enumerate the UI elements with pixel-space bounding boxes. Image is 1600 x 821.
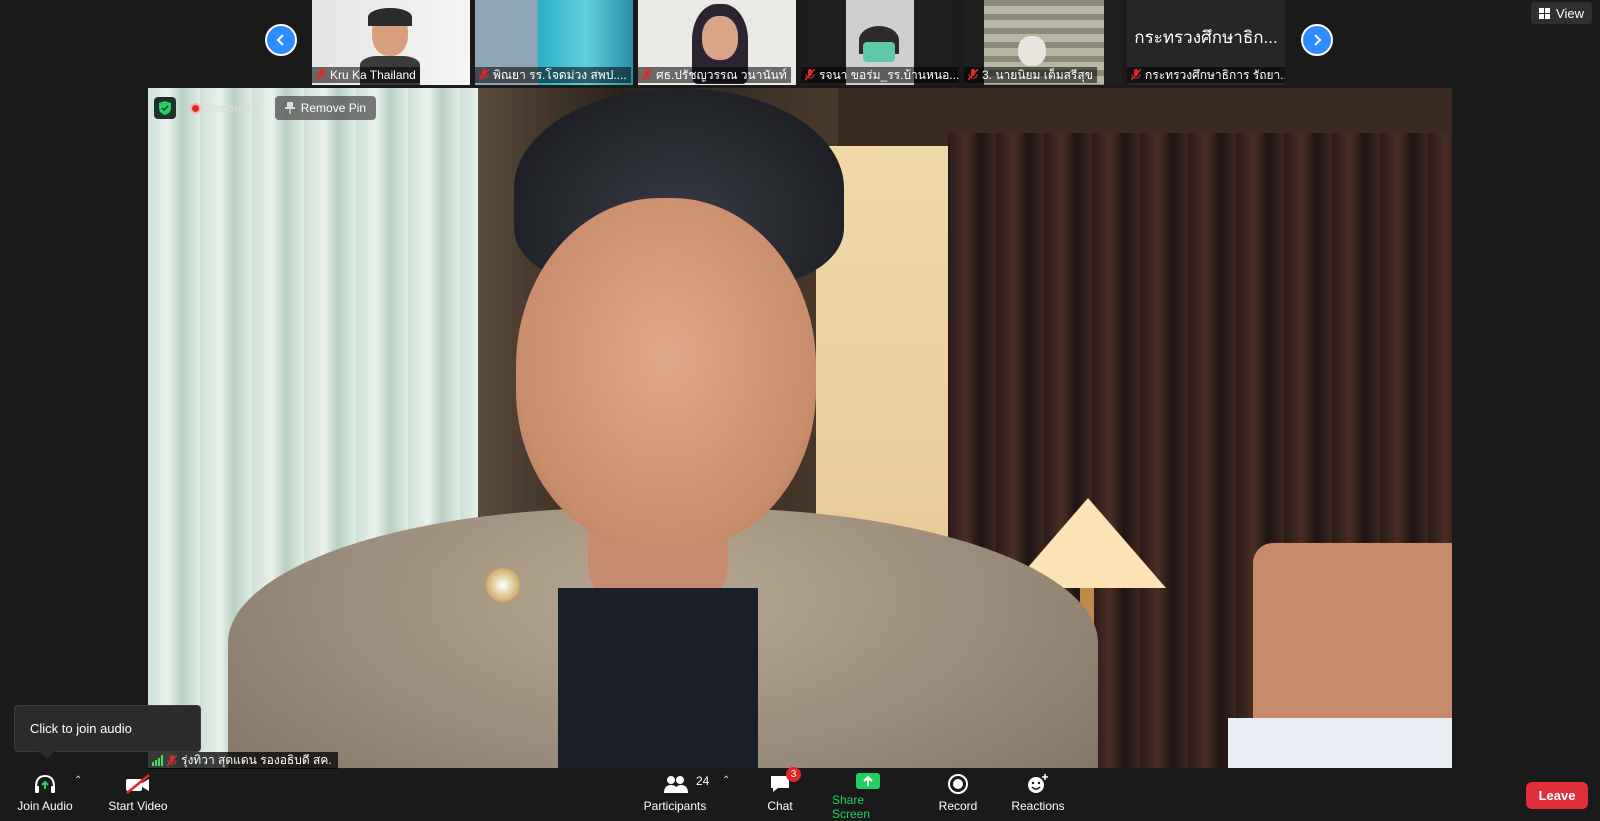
active-speaker-video bbox=[148, 88, 1452, 768]
chat-icon: 3 bbox=[769, 767, 801, 797]
reactions-button[interactable]: Reactions bbox=[1010, 771, 1066, 819]
muted-mic-icon bbox=[479, 69, 489, 81]
view-button[interactable]: View bbox=[1531, 2, 1592, 24]
speaker-name-label: รุ่งทิวา สุดแดน รองอธิบดี สค. bbox=[148, 752, 338, 769]
participants-count: 24 bbox=[696, 774, 710, 788]
join-audio-tooltip[interactable]: Click to join audio bbox=[14, 705, 201, 759]
record-icon bbox=[947, 771, 969, 797]
record-dot-icon bbox=[190, 102, 201, 114]
record-button[interactable]: Record bbox=[938, 771, 978, 819]
participant-name-label: พิณยา รร.โจดม่วง สพป.... bbox=[475, 67, 631, 83]
previous-page-button[interactable] bbox=[265, 24, 297, 56]
chat-unread-badge: 3 bbox=[786, 767, 801, 782]
participant-name-label: 3. นายนิยม เต็มสรีสุข bbox=[964, 67, 1097, 83]
encryption-shield-icon[interactable] bbox=[154, 97, 176, 119]
next-page-button[interactable] bbox=[1301, 24, 1333, 56]
video-overlay-controls: Recording Remove Pin bbox=[154, 96, 377, 120]
participant-name-label: กระทรวงศึกษาธิการ รัถยา... bbox=[1127, 67, 1285, 83]
leave-button[interactable]: Leave bbox=[1526, 782, 1588, 809]
muted-mic-icon bbox=[968, 69, 978, 81]
participant-tile[interactable]: กระทรวงศึกษาธิก... กระทรวงศึกษาธิการ รัถ… bbox=[1127, 0, 1285, 85]
participant-name-label: Kru Ka Thailand bbox=[312, 67, 420, 83]
muted-mic-icon bbox=[167, 754, 177, 767]
headphones-icon bbox=[33, 771, 57, 797]
muted-mic-icon bbox=[316, 69, 326, 81]
thumbnail-strip: Kru Ka Thailand พิณยา รร.โจดม่วง สพป....… bbox=[0, 0, 1600, 88]
chat-button[interactable]: 3 Chat bbox=[763, 767, 801, 819]
share-screen-icon bbox=[855, 771, 881, 791]
muted-mic-icon bbox=[805, 69, 815, 81]
smiley-plus-icon bbox=[1026, 771, 1050, 797]
participants-options-caret-icon[interactable]: ⌃ bbox=[722, 775, 730, 786]
participant-tile[interactable]: ศธ.ปรัชญวรรณ วนานันท์ bbox=[638, 0, 796, 85]
chevron-left-icon bbox=[276, 34, 284, 46]
muted-mic-icon bbox=[1131, 69, 1141, 81]
pin-icon bbox=[284, 102, 295, 114]
participant-name-label: รจนา ขอร่ม_รร.บ้านหนอ... bbox=[801, 67, 959, 83]
participant-name-label: ศธ.ปรัชญวรรณ วนานันท์ bbox=[638, 67, 791, 83]
muted-mic-icon bbox=[642, 69, 652, 81]
participant-tile[interactable]: 3. นายนิยม เต็มสรีสุข bbox=[964, 0, 1122, 85]
participant-display-name: กระทรวงศึกษาธิก... bbox=[1134, 28, 1278, 47]
recording-indicator[interactable]: Recording bbox=[184, 101, 267, 115]
meeting-toolbar: Join Audio ⌃ Start Video 24 Participants… bbox=[0, 767, 1600, 821]
participants-button[interactable]: 24 Participants bbox=[640, 771, 710, 819]
chevron-right-icon bbox=[1314, 34, 1322, 46]
audio-options-caret-icon[interactable]: ⌃ bbox=[74, 775, 82, 786]
join-audio-button[interactable]: Join Audio bbox=[14, 771, 76, 819]
participant-tile[interactable]: Kru Ka Thailand bbox=[312, 0, 470, 85]
participant-tile[interactable]: รจนา ขอร่ม_รร.บ้านหนอ... bbox=[801, 0, 959, 85]
participant-tile[interactable]: พิณยา รร.โจดม่วง สพป.... bbox=[475, 0, 633, 85]
start-video-button[interactable]: Start Video bbox=[106, 771, 170, 819]
video-off-icon bbox=[124, 771, 152, 797]
share-screen-button[interactable]: Share Screen bbox=[832, 771, 904, 821]
participants-icon: 24 bbox=[640, 771, 710, 797]
grid-icon bbox=[1539, 7, 1551, 19]
signal-bars-icon bbox=[152, 755, 163, 766]
remove-pin-button[interactable]: Remove Pin bbox=[274, 96, 377, 120]
